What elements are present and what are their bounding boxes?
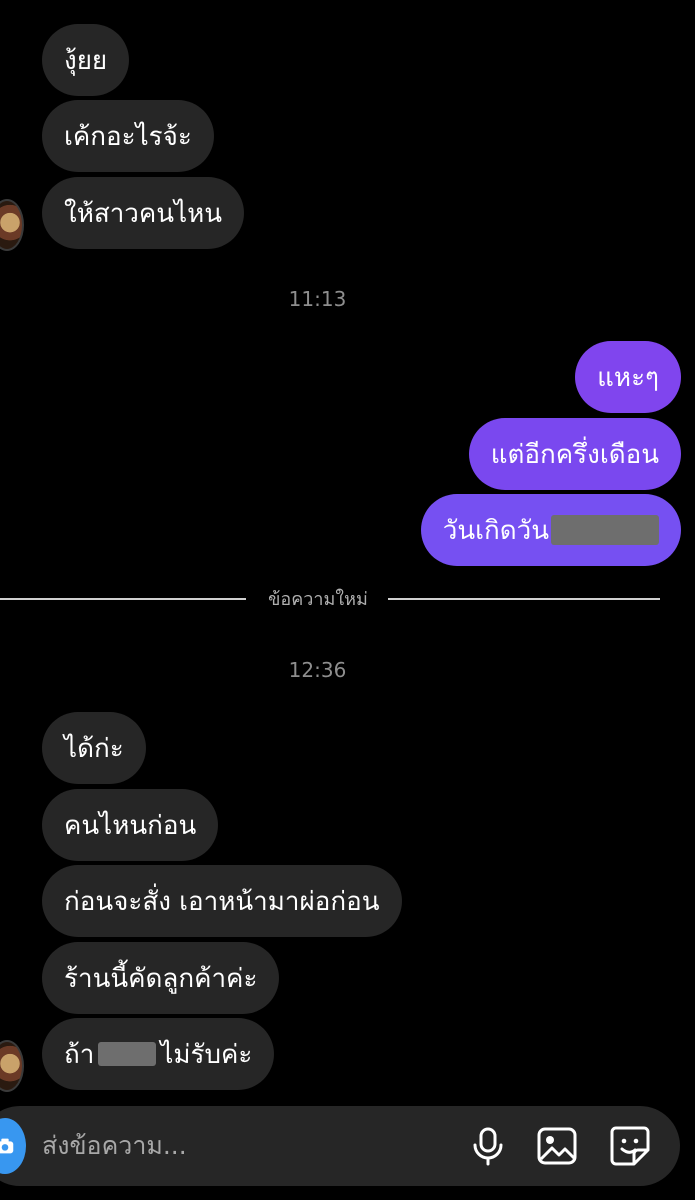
outgoing-message[interactable]: แหะๆ	[575, 341, 681, 413]
message-text: ร้านนี้คัดลูกค้าค่ะ	[64, 963, 258, 994]
divider-line-right	[388, 598, 660, 600]
message-text: แหะๆ	[597, 362, 659, 393]
outgoing-message[interactable]: วันเกิดวัน	[420, 494, 681, 566]
message-text: คนไหนก่อน	[64, 810, 197, 841]
message-text: งุ้ยย	[64, 45, 108, 76]
sender-avatar[interactable]	[0, 199, 24, 251]
sender-avatar[interactable]	[0, 1040, 24, 1092]
outgoing-message[interactable]: แต่อีกครึ่งเดือน	[468, 418, 681, 490]
redacted-text	[551, 515, 659, 545]
incoming-message[interactable]: งุ้ยย	[42, 24, 130, 96]
message-text: ได้ก่ะ	[64, 733, 124, 764]
message-text: เค้กอะไรจ้ะ	[64, 121, 192, 152]
incoming-message[interactable]: ก่อนจะสั่ง เอาหน้ามาผ่อก่อน	[42, 865, 402, 937]
message-text: ถ้า	[64, 1039, 95, 1070]
timestamp: 12:36	[288, 658, 347, 682]
image-icon[interactable]	[535, 1124, 579, 1168]
message-text: ก่อนจะสั่ง เอาหน้ามาผ่อก่อน	[64, 886, 380, 917]
camera-icon	[0, 1138, 14, 1154]
message-text: ให้สาวคนไหน	[64, 198, 223, 229]
new-messages-label: ข้อความใหม่	[268, 589, 368, 610]
message-text: แต่อีกครึ่งเดือน	[490, 439, 659, 470]
message-text: วันเกิดวัน	[442, 515, 549, 546]
incoming-message[interactable]: ถ้า ไม่รับค่ะ	[42, 1018, 275, 1090]
incoming-message[interactable]: คนไหนก่อน	[42, 789, 219, 861]
divider-line-left	[0, 598, 246, 600]
incoming-message[interactable]: ได้ก่ะ	[42, 712, 146, 784]
redacted-text	[98, 1042, 157, 1066]
timestamp: 11:13	[288, 287, 347, 311]
incoming-message[interactable]: เค้กอะไรจ้ะ	[42, 100, 214, 172]
message-text: ไม่รับค่ะ	[160, 1039, 253, 1070]
incoming-message[interactable]: ร้านนี้คัดลูกค้าค่ะ	[42, 942, 280, 1014]
incoming-message[interactable]: ให้สาวคนไหน	[42, 177, 245, 249]
sticker-icon[interactable]	[608, 1124, 652, 1168]
message-input[interactable]: ส่งข้อความ...	[42, 1126, 187, 1166]
microphone-icon[interactable]	[466, 1124, 510, 1168]
new-messages-divider: ข้อความใหม่	[0, 589, 660, 610]
